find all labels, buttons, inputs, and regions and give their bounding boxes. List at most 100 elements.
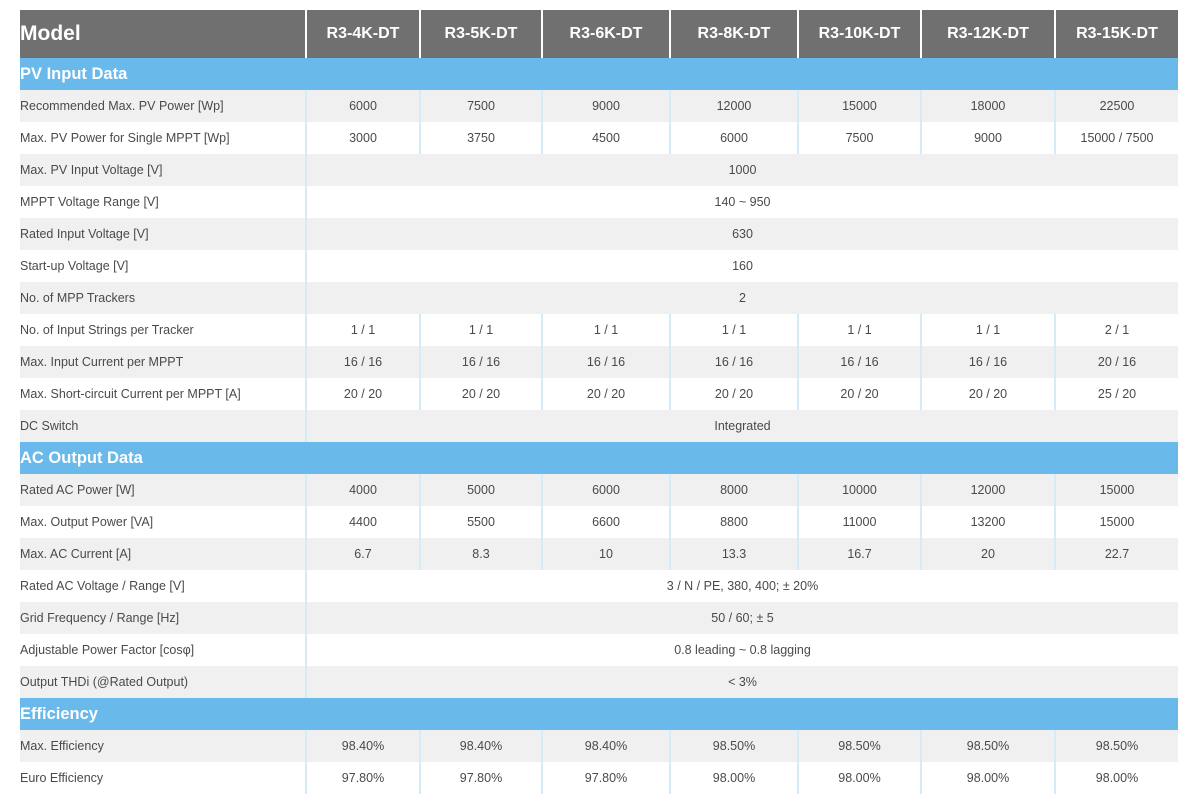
cell-value: 1 / 1	[670, 314, 799, 346]
table-row: Start-up Voltage [V] 160	[20, 250, 1178, 282]
cell-value: 6000	[542, 474, 671, 506]
cell-value: 20 / 20	[670, 378, 799, 410]
row-label: MPPT Voltage Range [V]	[20, 186, 307, 218]
table-row: MPPT Voltage Range [V] 140 ~ 950	[20, 186, 1178, 218]
cell-value: 20 / 20	[798, 378, 922, 410]
row-label: DC Switch	[20, 410, 307, 442]
model-name: R3-15K-DT	[1055, 10, 1178, 58]
model-name: R3-12K-DT	[921, 10, 1056, 58]
row-label: Max. PV Power for Single MPPT [Wp]	[20, 122, 307, 154]
section-header: PV Input Data	[20, 58, 1178, 90]
cell-value: 16 / 16	[921, 346, 1056, 378]
header-row: Model R3-4K-DT R3-5K-DT R3-6K-DT R3-8K-D…	[20, 10, 1178, 58]
table-row: Max. PV Power for Single MPPT [Wp] 3000 37…	[20, 122, 1178, 154]
cell-value: 98.00%	[921, 762, 1056, 794]
cell-value: 16 / 16	[542, 346, 671, 378]
cell-value: 20	[921, 538, 1056, 570]
table-row: Adjustable Power Factor [cosφ] 0.8 leadin…	[20, 634, 1178, 666]
cell-value: 15000	[1055, 506, 1178, 538]
cell-value: 20 / 20	[921, 378, 1056, 410]
row-label: Start-up Voltage [V]	[20, 250, 307, 282]
table-row: DC Switch Integrated	[20, 410, 1178, 442]
cell-value: 11000	[798, 506, 922, 538]
row-label: Grid Frequency / Range [Hz]	[20, 602, 307, 634]
cell-value: 12000	[921, 474, 1056, 506]
cell-value: 22.7	[1055, 538, 1178, 570]
cell-value: 4500	[542, 122, 671, 154]
row-label: No. of Input Strings per Tracker	[20, 314, 307, 346]
table-row: Max. PV Input Voltage [V] 1000	[20, 154, 1178, 186]
cell-value: 98.50%	[798, 730, 922, 762]
cell-value: 6000	[670, 122, 799, 154]
cell-value: 22500	[1055, 90, 1178, 122]
cell-value: 20 / 20	[306, 378, 421, 410]
row-label: Rated Input Voltage [V]	[20, 218, 307, 250]
cell-value: 1 / 1	[420, 314, 543, 346]
cell-value: 160	[306, 250, 1178, 282]
cell-value: 6600	[542, 506, 671, 538]
cell-value: 16 / 16	[420, 346, 543, 378]
row-label: Recommended Max. PV Power [Wp]	[20, 90, 307, 122]
row-label: Max. Efficiency	[20, 730, 307, 762]
table-row: Grid Frequency / Range [Hz] 50 / 60; ± 5	[20, 602, 1178, 634]
section-title: AC Output Data	[20, 442, 1178, 474]
cell-value: 16.7	[798, 538, 922, 570]
row-label: Max. AC Current [A]	[20, 538, 307, 570]
model-name: R3-5K-DT	[420, 10, 543, 58]
spec-body: PV Input Data Recommended Max. PV Power […	[20, 58, 1178, 794]
cell-value: 4400	[306, 506, 421, 538]
table-row: Max. AC Current [A] 6.7 8.3 10 13.3 16.7 20 22.…	[20, 538, 1178, 570]
row-label: Output THDi (@Rated Output)	[20, 666, 307, 698]
cell-value: 8.3	[420, 538, 543, 570]
cell-value: 98.50%	[670, 730, 799, 762]
section-title: PV Input Data	[20, 58, 1178, 90]
table-row: Output THDi (@Rated Output) < 3%	[20, 666, 1178, 698]
table-row: Max. Input Current per MPPT 16 / 16 16 / 1…	[20, 346, 1178, 378]
table-row: Rated AC Voltage / Range [V] 3 / N / PE, …	[20, 570, 1178, 602]
cell-value: 13200	[921, 506, 1056, 538]
cell-value: 16 / 16	[306, 346, 421, 378]
cell-value: 6000	[306, 90, 421, 122]
cell-value: 98.00%	[1055, 762, 1178, 794]
cell-value: 4000	[306, 474, 421, 506]
cell-value: 1000	[306, 154, 1178, 186]
row-label: Max. PV Input Voltage [V]	[20, 154, 307, 186]
cell-value: 9000	[542, 90, 671, 122]
model-name: R3-8K-DT	[670, 10, 799, 58]
cell-value: 2	[306, 282, 1178, 314]
cell-value: 5000	[420, 474, 543, 506]
table-row: Recommended Max. PV Power [Wp] 6000 7500 90…	[20, 90, 1178, 122]
cell-value: 15000	[798, 90, 922, 122]
cell-value: 20 / 20	[542, 378, 671, 410]
row-label: Rated AC Voltage / Range [V]	[20, 570, 307, 602]
row-label: Max. Input Current per MPPT	[20, 346, 307, 378]
section-title: Efficiency	[20, 698, 1178, 730]
cell-value: Integrated	[306, 410, 1178, 442]
cell-value: 18000	[921, 90, 1056, 122]
table-row: Rated AC Power [W] 4000 5000 6000 8000 10000 1…	[20, 474, 1178, 506]
cell-value: 1 / 1	[542, 314, 671, 346]
table-row: Max. Short-circuit Current per MPPT [A] 2…	[20, 378, 1178, 410]
cell-value: 98.00%	[670, 762, 799, 794]
cell-value: 5500	[420, 506, 543, 538]
row-label: Max. Short-circuit Current per MPPT [A]	[20, 378, 307, 410]
cell-value: 98.40%	[306, 730, 421, 762]
cell-value: 97.80%	[306, 762, 421, 794]
cell-value: 16 / 16	[798, 346, 922, 378]
cell-value: 1 / 1	[798, 314, 922, 346]
cell-value: 140 ~ 950	[306, 186, 1178, 218]
cell-value: 9000	[921, 122, 1056, 154]
model-header: Model	[20, 10, 307, 58]
cell-value: 10	[542, 538, 671, 570]
cell-value: 98.40%	[420, 730, 543, 762]
cell-value: 25 / 20	[1055, 378, 1178, 410]
model-name: R3-6K-DT	[542, 10, 671, 58]
table-row: Rated Input Voltage [V] 630	[20, 218, 1178, 250]
cell-value: 16 / 16	[670, 346, 799, 378]
table-row: No. of MPP Trackers 2	[20, 282, 1178, 314]
table-row: Euro Efficiency 97.80% 97.80% 97.80% 98.00% 9…	[20, 762, 1178, 794]
spec-table: Model R3-4K-DT R3-5K-DT R3-6K-DT R3-8K-D…	[20, 10, 1178, 794]
model-name: R3-4K-DT	[306, 10, 421, 58]
cell-value: 98.40%	[542, 730, 671, 762]
row-label: No. of MPP Trackers	[20, 282, 307, 314]
